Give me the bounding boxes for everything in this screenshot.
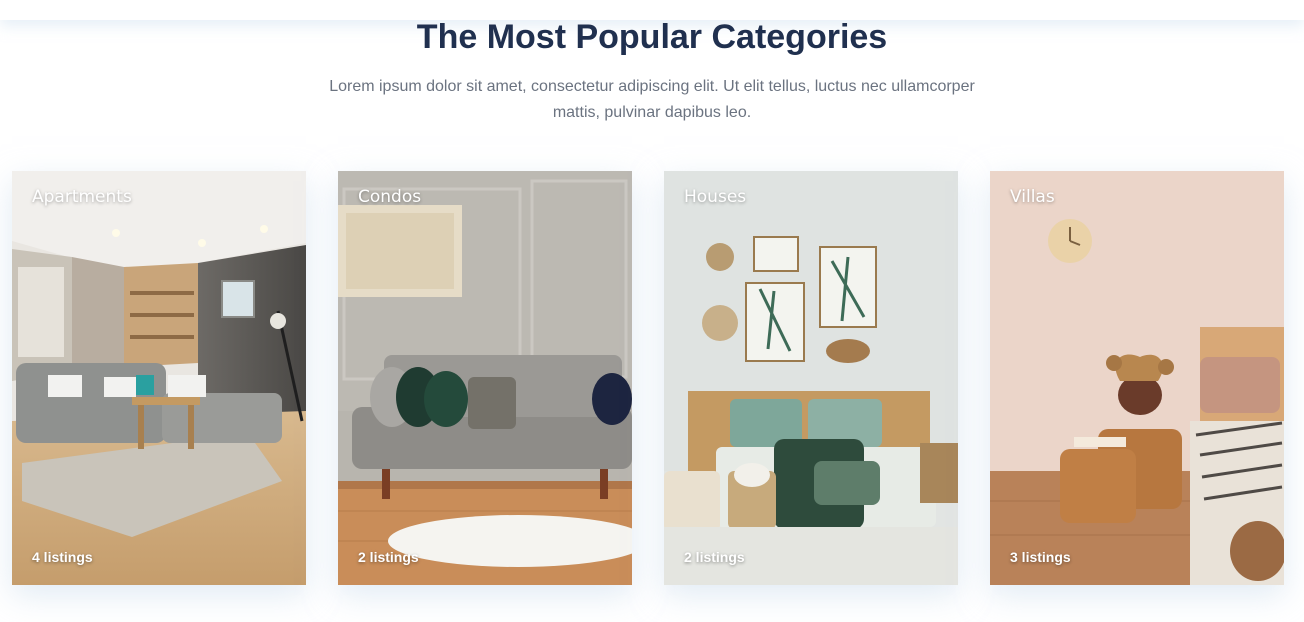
category-card-condos[interactable]: Condos 2 listings	[338, 171, 632, 585]
category-card-houses[interactable]: Houses 2 listings	[664, 171, 958, 585]
category-label: Apartments	[32, 187, 132, 207]
category-listing-count: 3 listings	[1010, 549, 1071, 565]
bedroom-image	[664, 171, 958, 585]
category-card-villas[interactable]: Villas 3 listings	[990, 171, 1284, 585]
category-listing-count: 4 listings	[32, 549, 93, 565]
category-card-apartments[interactable]: Apartments 4 listings	[12, 171, 306, 585]
category-listing-count: 2 listings	[358, 549, 419, 565]
category-label: Villas	[1010, 187, 1055, 207]
sofa-room-image	[338, 171, 632, 585]
section-title: The Most Popular Categories	[416, 18, 888, 56]
category-label: Condos	[358, 187, 422, 207]
section-subtitle: Lorem ipsum dolor sit amet, consectetur …	[329, 78, 975, 121]
category-listing-count: 2 listings	[684, 549, 745, 565]
living-room-image	[12, 171, 306, 585]
category-label: Houses	[684, 187, 747, 207]
villa-bedroom-image	[990, 171, 1284, 585]
